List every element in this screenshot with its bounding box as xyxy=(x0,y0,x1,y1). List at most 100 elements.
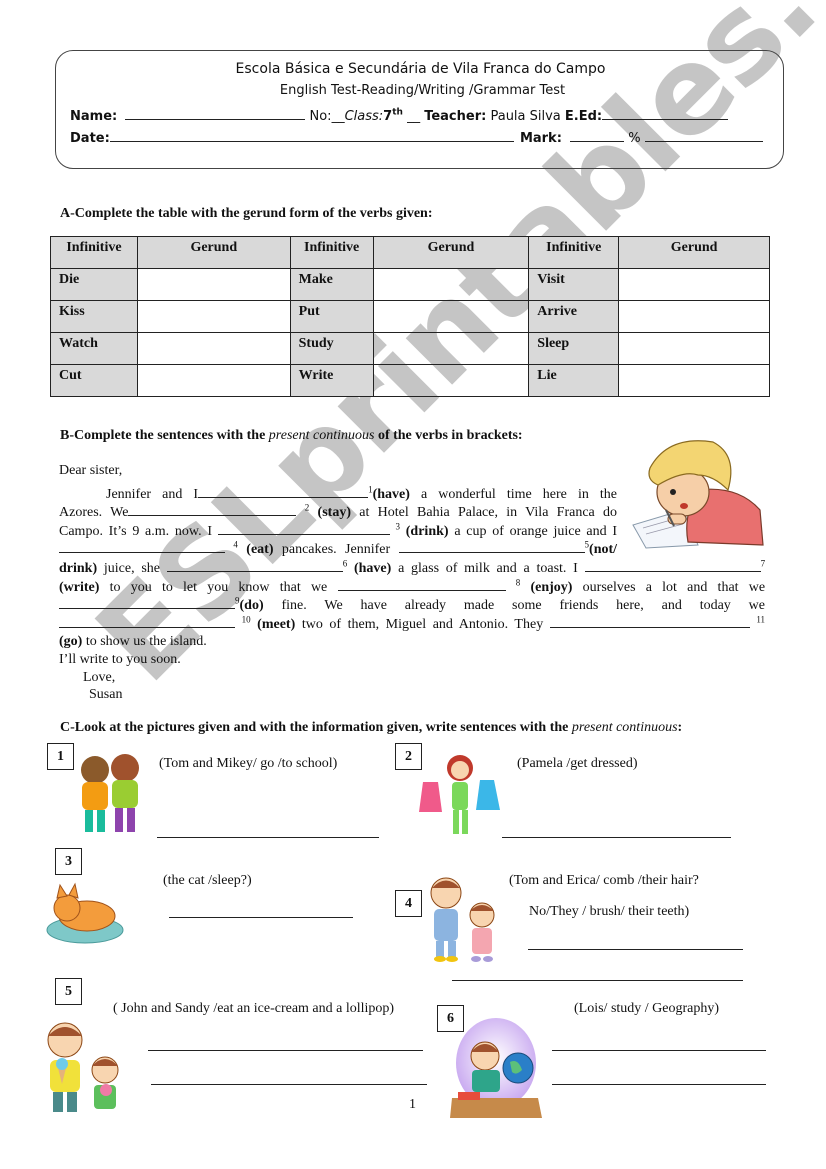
answer-line[interactable] xyxy=(552,1050,766,1051)
blank-number: 11 xyxy=(756,614,766,625)
date-field[interactable] xyxy=(109,130,514,142)
blank-11[interactable] xyxy=(549,615,750,628)
header-infinitive: Infinitive xyxy=(289,236,374,269)
letter-signature: Susan xyxy=(89,687,123,703)
answer-line[interactable] xyxy=(148,1050,423,1051)
section-a-title: A-Complete the table with the gerund for… xyxy=(60,206,433,221)
gerund-answer-cell[interactable] xyxy=(372,332,530,365)
blank-1[interactable] xyxy=(198,485,369,498)
item-number-box: 3 xyxy=(55,848,82,875)
blank-number: 2 xyxy=(304,502,310,513)
table-header-row: Infinitive Gerund Infinitive Gerund Infi… xyxy=(50,236,770,269)
gerund-answer-cell[interactable] xyxy=(136,364,291,397)
section-b-title-italic: present continuous xyxy=(268,428,375,443)
blank-number: 8 xyxy=(515,576,521,587)
answer-line[interactable] xyxy=(528,949,743,950)
section-c-title-post: : xyxy=(677,720,683,735)
verb-hint: (have) xyxy=(372,486,410,502)
blank-8[interactable] xyxy=(337,578,506,591)
verb-hint: (do) xyxy=(239,598,264,614)
letter-text-segment: to show us the island. xyxy=(85,634,207,650)
item-prompt: ( John and Sandy /eat an ice-cream and a… xyxy=(113,1001,395,1016)
answer-line[interactable] xyxy=(502,837,731,838)
section-b-title-pre: B-Complete the sentences with the xyxy=(60,428,269,443)
gerund-answer-cell[interactable] xyxy=(372,300,530,333)
school-name: Escola Básica e Secundária de Vila Franc… xyxy=(235,61,606,77)
section-b-title: B-Complete the sentences with the presen… xyxy=(60,428,523,444)
no-field[interactable]: __ xyxy=(332,109,345,124)
answer-line[interactable] xyxy=(552,1084,766,1085)
header-box: Escola Básica e Secundária de Vila Franc… xyxy=(55,50,784,169)
children-brushing-teeth-illustration xyxy=(430,877,495,962)
letter-text-segment: Azores. We xyxy=(59,505,129,521)
infinitive-cell: Visit xyxy=(528,268,620,301)
gerund-table: Infinitive Gerund Infinitive Gerund Infi… xyxy=(50,236,770,397)
blank-10[interactable] xyxy=(59,615,235,628)
name-field[interactable] xyxy=(125,108,306,120)
item-prompt: (Tom and Erica/ comb /their hair? xyxy=(509,873,699,888)
gerund-answer-cell[interactable] xyxy=(136,332,291,365)
blank-6[interactable] xyxy=(166,559,343,572)
item-prompt: (Pamela /get dressed) xyxy=(517,756,638,771)
section-c-title: C-Look at the pictures given and with th… xyxy=(60,720,682,736)
verb-hint: (not/ xyxy=(589,542,618,558)
infinitive-cell: Make xyxy=(289,268,374,301)
letter-text-segment: pancakes. Jennifer xyxy=(281,542,391,558)
gerund-answer-cell[interactable] xyxy=(136,300,291,333)
answer-line[interactable] xyxy=(452,980,743,981)
boys-walking-illustration xyxy=(81,754,139,832)
letter-text-segment: a glass of milk and a toast. I xyxy=(398,560,578,576)
letter-line: 10 (meet) two of them, Miguel and Antoni… xyxy=(59,615,765,634)
infinitive-cell: Kiss xyxy=(50,300,138,333)
answer-line[interactable] xyxy=(169,917,353,918)
gerund-answer-cell[interactable] xyxy=(618,268,770,301)
letter-line: Azores. We 2 (stay) at Hotel Bahia Palac… xyxy=(59,503,617,522)
gerund-answer-cell[interactable] xyxy=(136,268,291,301)
letter-line: (write) to you to let you know that we 8… xyxy=(59,576,765,597)
blank-4[interactable] xyxy=(59,540,225,554)
blank-7[interactable] xyxy=(584,559,761,572)
answer-line[interactable] xyxy=(157,837,379,838)
class-label: Class: xyxy=(344,109,384,124)
blank-9[interactable] xyxy=(59,596,235,610)
gerund-answer-cell[interactable] xyxy=(618,332,770,365)
verb-hint: (eat) xyxy=(246,542,274,558)
letter-line: Jennifer and I 1(have) a wonderful time h… xyxy=(59,484,617,504)
gerund-answer-cell[interactable] xyxy=(372,268,530,301)
kids-eating-sweets-illustration xyxy=(47,1022,119,1112)
test-title: English Test-Reading/Writing /Grammar Te… xyxy=(279,83,566,98)
date-row: Date: Mark: % xyxy=(70,130,763,146)
section-c-title-pre: C-Look at the pictures given and with th… xyxy=(60,720,572,735)
letter-love: Love, xyxy=(83,669,116,685)
letter-greeting: Dear sister, xyxy=(59,463,123,478)
item-prompt: (Lois/ study / Geography) xyxy=(574,1001,720,1016)
verb-hint: (stay) xyxy=(317,505,351,521)
letter-line: Campo. It’s 9 a.m. now. I 3 (drink) a cu… xyxy=(59,522,617,541)
gerund-answer-cell[interactable] xyxy=(618,300,770,333)
gerund-answer-cell[interactable] xyxy=(372,364,530,397)
infinitive-cell: Watch xyxy=(50,332,138,365)
verb-hint: (drink) xyxy=(405,523,449,539)
gerund-answer-cell[interactable] xyxy=(618,364,770,397)
letter-line: (go) to show us the island. xyxy=(59,633,617,651)
item-prompt: (the cat /sleep?) xyxy=(163,873,252,888)
table-row: Watch Study Sleep xyxy=(50,332,770,365)
name-label: Name: xyxy=(70,109,118,124)
percent-field[interactable] xyxy=(644,130,763,142)
blank-3[interactable] xyxy=(217,522,390,535)
mark-field[interactable] xyxy=(570,130,625,142)
infinitive-cell: Cut xyxy=(50,364,138,397)
name-row: Name: No:__Class:7th __ Teacher: Paula S… xyxy=(70,108,729,124)
blank-number: 3 xyxy=(395,521,401,532)
answer-line[interactable] xyxy=(151,1084,427,1085)
eed-field[interactable] xyxy=(602,108,729,120)
blank-number: 4 xyxy=(233,539,238,550)
letter-text-segment: a cup of orange juice and I xyxy=(454,523,618,539)
blank-2[interactable] xyxy=(128,503,297,517)
class-field[interactable]: __ xyxy=(407,109,420,124)
blank-5[interactable] xyxy=(398,540,585,554)
letter-text: Dear sister, Jennifer and I 1(have) a won… xyxy=(59,462,765,704)
item-number-box: 5 xyxy=(55,978,82,1005)
infinitive-cell: Die xyxy=(50,268,138,301)
item-prompt-second-line: No/They / brush/ their teeth) xyxy=(529,904,690,919)
